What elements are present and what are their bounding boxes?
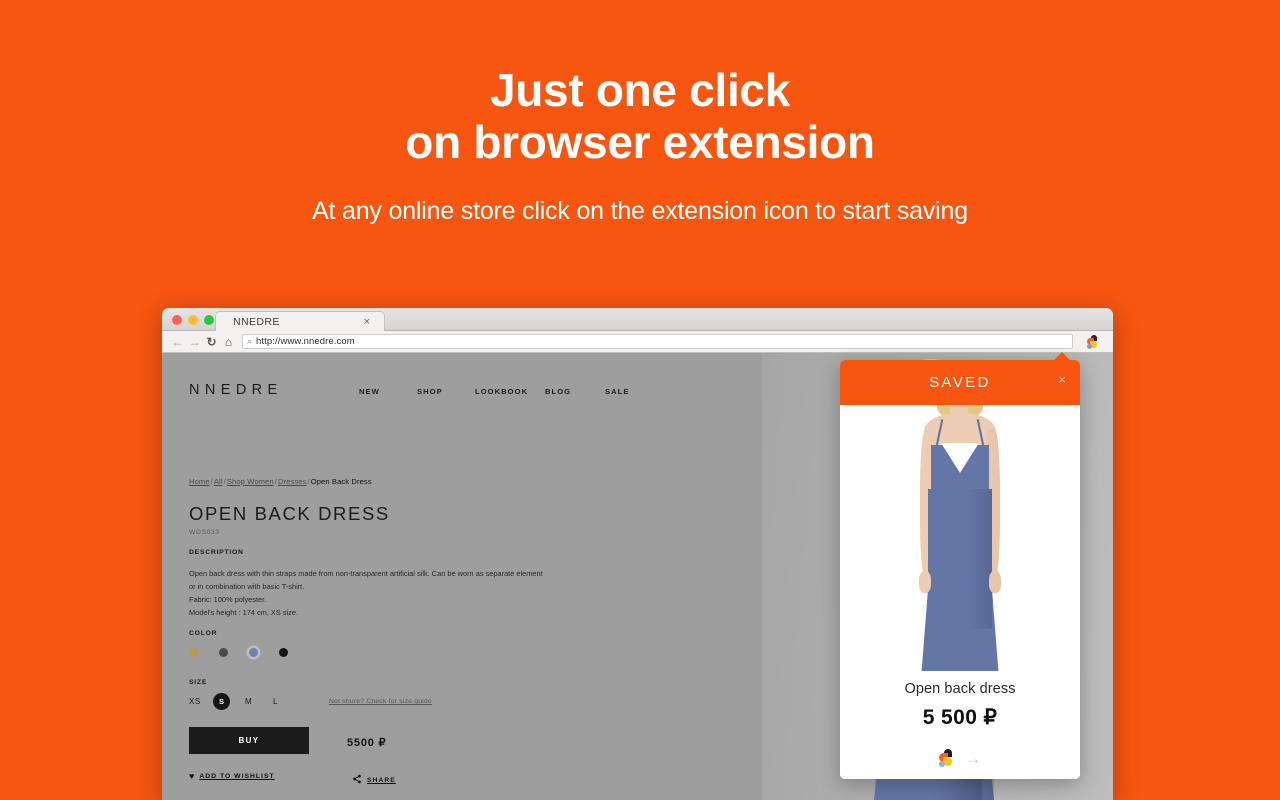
arrow-right-icon[interactable]: → [965, 750, 982, 767]
share-label: SHARE [367, 776, 396, 784]
popup-product-name: Open back dress [904, 681, 1016, 697]
breadcrumb-item-home[interactable]: Home [189, 477, 210, 486]
popup-title: SAVED [929, 374, 991, 391]
home-icon[interactable]: ⌂ [221, 334, 236, 349]
saveit-logo-icon [1086, 334, 1098, 349]
share-button[interactable]: SHARE [352, 771, 396, 789]
back-arrow-icon[interactable]: ← [170, 334, 185, 349]
hero-title: Just one click on browser extension [0, 64, 1280, 168]
size-option-xs[interactable]: XS [189, 697, 201, 706]
size-option-s[interactable]: S [213, 693, 230, 710]
color-swatch-black[interactable] [279, 648, 288, 657]
color-swatch-blue[interactable] [249, 648, 258, 657]
heart-icon: ♥ [189, 771, 195, 781]
popup-header: SAVED × [840, 360, 1080, 405]
close-icon[interactable]: × [364, 316, 370, 328]
hero-title-line1: Just one click [489, 64, 791, 116]
color-label: COLOR [189, 630, 218, 637]
hero-title-line2: on browser extension [405, 116, 875, 168]
breadcrumb-item-dresses[interactable]: Dresses [278, 477, 307, 486]
nav-item-lookbook[interactable]: LOOKBOOK [475, 387, 545, 396]
buy-button[interactable]: BUY [189, 727, 309, 754]
browser-tab[interactable]: NNEDRE × [215, 311, 385, 332]
popup-product-price: 5 500 ₽ [922, 706, 998, 729]
popup-body: Open back dress 5 500 ₽ → [840, 405, 1080, 779]
nav-item-blog[interactable]: BLOG [545, 387, 605, 396]
nav-item-shop[interactable]: SHOP [417, 387, 475, 396]
popup-footer: → [840, 749, 1080, 767]
color-swatches [189, 648, 309, 657]
size-selector: XS S M L Not shure? Check for size guide [189, 693, 432, 710]
nav-item-sale[interactable]: SALE [605, 387, 629, 396]
add-to-wishlist-button[interactable]: ♥ ADD TO WISHLIST [189, 771, 275, 781]
nav-item-new[interactable]: NEW [359, 387, 417, 396]
description-text: Open back dress with thin straps made fr… [189, 569, 543, 617]
site-logo[interactable]: NNEDRE [189, 382, 283, 398]
product-price: 5500 ₽ [347, 737, 387, 749]
browser-tab-title: NNEDRE [233, 316, 280, 328]
breadcrumb-current: Open Back Dress [310, 477, 372, 486]
maximize-window-button[interactable] [204, 315, 214, 325]
size-guide-link[interactable]: Not shure? Check for size guide [329, 698, 432, 705]
browser-toolbar: ← → ↻ ⌂ ⌕ http://www.nnedre.com [162, 331, 1113, 353]
site-navigation: NEW SHOP LOOKBOOK BLOG SALE [359, 387, 829, 396]
size-option-m[interactable]: M [245, 697, 252, 706]
browser-titlebar: NNEDRE × [162, 308, 1113, 332]
minimize-window-button[interactable] [188, 315, 198, 325]
breadcrumb-item-shop-women[interactable]: Shop Women [227, 477, 274, 486]
address-bar[interactable]: ⌕ http://www.nnedre.com [242, 334, 1073, 349]
close-window-button[interactable] [172, 315, 182, 325]
breadcrumb-item-all[interactable]: All [214, 477, 223, 486]
popup-product-image [840, 405, 1080, 671]
forward-arrow-icon[interactable]: → [187, 334, 202, 349]
color-swatch-gold[interactable] [189, 648, 198, 657]
color-swatch-dark-grey[interactable] [219, 648, 228, 657]
search-icon: ⌕ [247, 336, 253, 346]
breadcrumb: Home/All/Shop Women/Dresses/Open Back Dr… [189, 477, 372, 486]
size-option-l[interactable]: L [273, 697, 278, 706]
saveit-logo-icon [938, 749, 953, 767]
product-details-pane: NNEDRE NEW SHOP LOOKBOOK BLOG SALE Home/… [162, 353, 822, 800]
extension-popup: SAVED × Open back dress 5 500 ₽ → [840, 352, 1080, 779]
wishlist-label: ADD TO WISHLIST [199, 772, 275, 780]
size-label: SIZE [189, 679, 208, 686]
extension-button[interactable] [1079, 334, 1105, 349]
close-icon[interactable]: × [1058, 373, 1066, 386]
share-icon [352, 771, 362, 789]
hero-section: Just one click on browser extension At a… [0, 0, 1280, 226]
url-text: http://www.nnedre.com [256, 336, 355, 347]
reload-icon[interactable]: ↻ [204, 334, 219, 349]
popup-model-illustration [904, 405, 1016, 671]
window-controls[interactable] [172, 315, 214, 325]
hero-subtitle: At any online store click on the extensi… [312, 197, 968, 225]
description-label: DESCRIPTION [189, 549, 244, 556]
page-title: OPEN BACK DRESS [189, 503, 390, 524]
product-sku: WDS033 [189, 529, 220, 536]
